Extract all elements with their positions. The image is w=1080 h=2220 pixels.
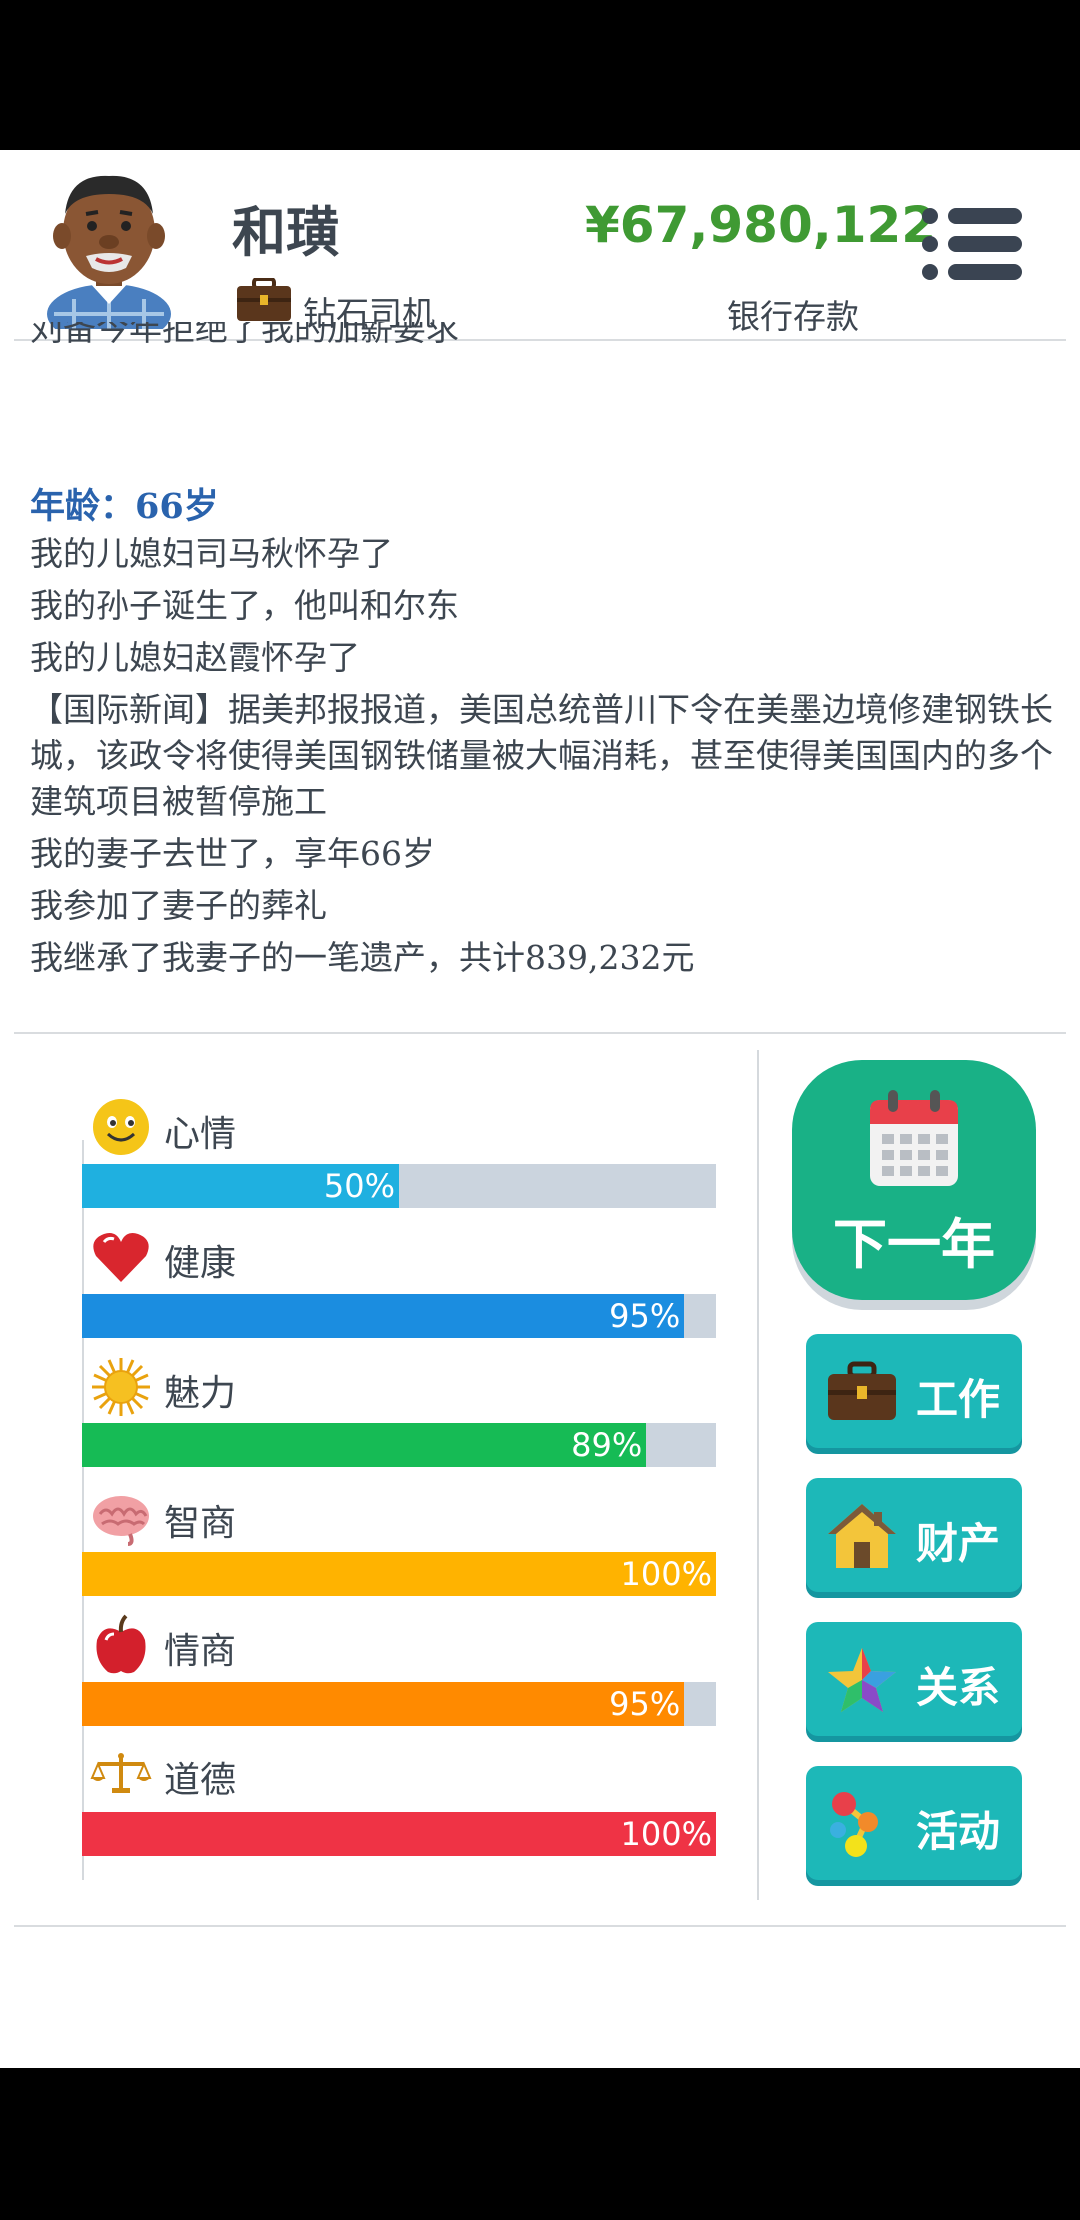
- menu-icon: [922, 208, 938, 224]
- profile-header: 和璜 钻石司机 ¥67,980,122 银行存款: [0, 150, 1080, 340]
- calendar-icon: [870, 1090, 958, 1186]
- event-log[interactable]: 刘备今年拒绝了我的加薪要求 年龄：66岁 我的儿媳妇司马秋怀孕了 我的孙子诞生了…: [30, 322, 1060, 1022]
- log-line: 我的儿媳妇赵霞怀孕了: [30, 638, 360, 677]
- next-year-button[interactable]: 下一年: [792, 1060, 1036, 1300]
- next-year-label: 下一年: [833, 1213, 995, 1276]
- menu-icon-dot: [922, 264, 938, 280]
- stat-bar-fill: 100%: [82, 1812, 716, 1856]
- stat-bar: 100%: [82, 1812, 716, 1856]
- log-line: 我的儿媳妇司马秋怀孕了: [30, 534, 393, 573]
- briefcase-icon: [828, 1361, 896, 1420]
- sun-icon: [92, 1358, 150, 1416]
- stat-percent: 50%: [323, 1167, 395, 1205]
- briefcase-icon: [237, 278, 291, 321]
- log-line: 我继承了我妻子的一笔遗产，共计839,232元: [30, 938, 695, 977]
- brain-icon: [93, 1496, 149, 1546]
- stats-axis: [82, 1140, 84, 1880]
- stat-percent: 89%: [571, 1426, 643, 1464]
- menu-icon-dot: [922, 236, 938, 252]
- activity-icon: [830, 1792, 878, 1857]
- scales-icon: [90, 1753, 152, 1793]
- stat-bar-fill: 95%: [82, 1294, 685, 1338]
- log-body: 我的儿媳妇司马秋怀孕了 我的孙子诞生了，他叫和尔东 我的儿媳妇赵霞怀孕了 【国际…: [30, 528, 1060, 984]
- apple-icon: [96, 1614, 146, 1674]
- stat-label: 健康: [164, 1243, 237, 1284]
- menu-icon-line: [948, 208, 1022, 224]
- stat-percent: 95%: [609, 1685, 681, 1723]
- status-bar: [0, 0, 1080, 150]
- stat-percent: 100%: [620, 1815, 712, 1853]
- heart-icon: [93, 1233, 149, 1282]
- stat-bar-fill: 100%: [82, 1552, 716, 1596]
- navigation-bar: [0, 2068, 1080, 2220]
- stat-label: 情商: [164, 1631, 237, 1672]
- work-button[interactable]: 工作: [806, 1334, 1022, 1448]
- stat-label: 道德: [164, 1760, 237, 1801]
- stat-bar: 50%: [82, 1164, 716, 1208]
- menu-icon-line: [948, 264, 1022, 280]
- stat-label: 魅力: [164, 1373, 237, 1414]
- stat-percent: 95%: [609, 1297, 681, 1335]
- activities-label: 活动: [916, 1807, 1001, 1856]
- property-label: 财产: [916, 1519, 1001, 1568]
- stat-percent: 100%: [620, 1555, 712, 1593]
- log-line: 我的妻子去世了，享年66岁: [30, 834, 435, 873]
- log-age-heading: 年龄：66岁: [30, 486, 219, 527]
- work-label: 工作: [916, 1375, 1001, 1424]
- log-line: 我参加了妻子的葬礼: [30, 886, 327, 925]
- stat-label: 心情: [164, 1114, 237, 1155]
- log-divider: [14, 1032, 1066, 1034]
- smiley-icon: [93, 1099, 149, 1155]
- house-icon: [828, 1504, 896, 1568]
- stat-bar-fill: 89%: [82, 1423, 647, 1467]
- star-icon: [828, 1648, 896, 1712]
- log-line-cut: 刘备今年拒绝了我的加薪要求: [30, 322, 459, 348]
- log-line: 【国际新闻】据美邦报报道，美国总统普川下令在美墨边境修建钢铁长城，该政令将使得美…: [30, 690, 1053, 821]
- relations-label: 关系: [916, 1663, 1001, 1712]
- bank-balance: ¥67,980,122: [585, 196, 937, 254]
- stat-bar-fill: 50%: [82, 1164, 399, 1208]
- menu-icon-line: [948, 236, 1022, 252]
- stat-bar: 89%: [82, 1423, 716, 1467]
- stat-bar: 95%: [82, 1294, 716, 1338]
- menu-button[interactable]: [918, 204, 1024, 284]
- bottom-divider: [14, 1925, 1066, 1927]
- stat-label: 智商: [164, 1503, 237, 1544]
- activities-button[interactable]: 活动: [806, 1766, 1022, 1880]
- stat-bar: 95%: [82, 1682, 716, 1726]
- relations-button[interactable]: 关系: [806, 1622, 1022, 1736]
- stat-bar-fill: 95%: [82, 1682, 685, 1726]
- stat-bar: 100%: [82, 1552, 716, 1596]
- column-separator: [757, 1050, 759, 1900]
- property-button[interactable]: 财产: [806, 1478, 1022, 1592]
- log-line: 我的孙子诞生了，他叫和尔东: [30, 586, 459, 625]
- character-name: 和璜: [232, 201, 340, 264]
- avatar[interactable]: [34, 164, 184, 329]
